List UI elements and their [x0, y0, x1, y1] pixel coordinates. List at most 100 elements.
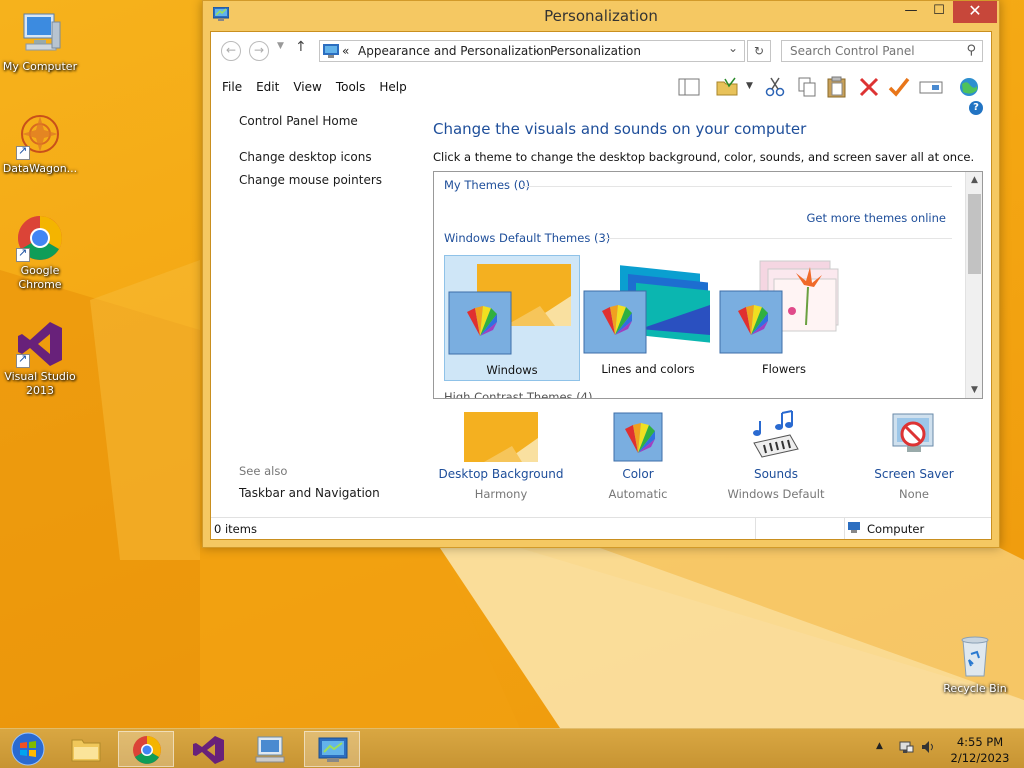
desktop-icon-my-computer[interactable]: My Computer: [0, 10, 80, 74]
up-arrow-icon[interactable]: ↑: [295, 39, 307, 55]
status-location: Computer: [867, 522, 925, 536]
taskbar-navigation-link[interactable]: Taskbar and Navigation: [239, 486, 380, 500]
address-overflow-icon[interactable]: «: [342, 44, 349, 58]
menu-edit[interactable]: Edit: [249, 80, 286, 94]
shortcut-arrow-icon: [16, 246, 30, 262]
get-more-themes-link[interactable]: Get more themes online: [807, 211, 946, 225]
menu-tools[interactable]: Tools: [329, 80, 373, 94]
flowers-theme-preview-icon: [719, 260, 839, 354]
setting-name[interactable]: Screen Saver: [844, 467, 984, 481]
system-clock[interactable]: 4:55 PM 2/12/2023: [944, 734, 1016, 766]
taskbar-visual-studio[interactable]: [180, 731, 236, 767]
menu-view[interactable]: View: [286, 80, 328, 94]
theme-list-scrollbar[interactable]: ▲ ▼: [965, 172, 982, 398]
start-button[interactable]: [0, 731, 56, 767]
back-arrow-icon[interactable]: ←: [221, 41, 241, 61]
screen-saver-setting[interactable]: Screen Saver None: [844, 407, 984, 501]
see-also-heading: See also: [239, 464, 288, 478]
folder-options-dropdown-icon[interactable]: ▼: [746, 81, 753, 91]
taskbar-google-chrome[interactable]: [118, 731, 174, 767]
setting-name[interactable]: Sounds: [706, 467, 846, 481]
group-divider: [604, 238, 952, 239]
breadcrumb-personalization[interactable]: Personalization: [550, 44, 641, 58]
change-mouse-pointers-link[interactable]: Change mouse pointers: [239, 173, 382, 187]
copy-icon[interactable]: [795, 76, 819, 98]
desktop-background-setting[interactable]: Desktop Background Harmony: [431, 407, 571, 501]
control-panel-home-link[interactable]: Control Panel Home: [239, 114, 358, 128]
network-icon[interactable]: [898, 739, 914, 768]
theme-tile-lines-and-colors[interactable]: Lines and colors: [580, 255, 716, 381]
show-hidden-icons-icon[interactable]: ▲: [876, 741, 883, 768]
folder-options-icon[interactable]: [715, 76, 739, 98]
setting-value: Windows Default: [727, 487, 825, 501]
setting-name[interactable]: Color: [568, 467, 708, 481]
taskbar: ▲ 4:55 PM 2/12/2023: [0, 728, 1024, 768]
status-divider: [755, 518, 756, 539]
main-content: ? Change the visuals and sounds on your …: [431, 101, 984, 517]
taskbar-remote-desktop[interactable]: [242, 731, 298, 767]
control-panel-icon: [323, 44, 339, 58]
taskbar-file-explorer[interactable]: [58, 731, 114, 767]
layout-pane-icon[interactable]: [677, 76, 701, 98]
shortcut-arrow-icon: [16, 352, 30, 368]
theme-tile-flowers[interactable]: Flowers: [716, 255, 852, 381]
window-client: ← → ▼ ↑ « Appearance and Personalization…: [210, 31, 992, 540]
refresh-button[interactable]: ↻: [747, 40, 771, 62]
properties-check-icon[interactable]: [887, 76, 911, 98]
color-icon: [568, 407, 708, 463]
chrome-icon: [133, 736, 161, 764]
screen-saver-icon: [844, 407, 984, 463]
status-divider: [844, 518, 845, 539]
sounds-setting[interactable]: Sounds Windows Default: [706, 407, 846, 501]
visual-studio-icon: [193, 736, 224, 764]
volume-icon[interactable]: [920, 739, 936, 768]
taskbar-control-panel[interactable]: [304, 731, 360, 767]
desktop-icon-visual-studio[interactable]: Visual Studio 2013: [0, 320, 80, 398]
scroll-thumb[interactable]: [968, 194, 981, 274]
left-task-pane: Control Panel Home Change desktop icons …: [211, 102, 421, 517]
recent-pages-chevron-icon[interactable]: ▼: [277, 41, 284, 51]
help-icon[interactable]: ?: [969, 101, 983, 115]
desktop-icon-label: Google Chrome: [18, 264, 62, 291]
globe-icon[interactable]: [957, 76, 981, 98]
desktop-icon-label: DataWagon...: [2, 162, 78, 175]
recycle-bin-icon: [951, 632, 999, 680]
forward-arrow-icon[interactable]: →: [249, 41, 269, 61]
change-desktop-icons-link[interactable]: Change desktop icons: [239, 150, 372, 164]
menu-help[interactable]: Help: [372, 80, 413, 94]
breadcrumb-appearance[interactable]: Appearance and Personalization: [358, 44, 551, 58]
address-dropdown-icon[interactable]: ⌄: [728, 41, 738, 55]
color-setting[interactable]: Color Automatic: [568, 407, 708, 501]
theme-tile-windows[interactable]: Windows: [444, 255, 580, 381]
breadcrumb-separator-icon[interactable]: ›: [533, 44, 538, 58]
close-button[interactable]: ✕: [953, 1, 997, 23]
setting-value: None: [898, 487, 929, 501]
title-bar[interactable]: Personalization — ☐ ✕: [203, 1, 999, 31]
desktop-icon-recycle-bin[interactable]: Recycle Bin: [935, 632, 1015, 696]
search-box[interactable]: ⚲: [781, 40, 983, 62]
delete-icon[interactable]: [857, 76, 881, 98]
menu-file[interactable]: File: [215, 80, 249, 94]
windows-theme-preview-icon: [448, 264, 571, 355]
rename-icon[interactable]: [919, 76, 943, 98]
file-explorer-icon: [71, 739, 101, 762]
setting-value: Harmony: [474, 487, 528, 501]
menu-bar: File Edit View Tools Help: [215, 80, 414, 94]
search-icon[interactable]: ⚲: [966, 43, 976, 58]
desktop-icon-datawagon[interactable]: DataWagon...: [0, 112, 80, 176]
scroll-down-icon[interactable]: ▼: [966, 382, 982, 398]
maximize-button[interactable]: ☐: [925, 1, 953, 23]
paste-icon[interactable]: [825, 76, 849, 98]
search-input[interactable]: [782, 41, 952, 61]
menu-toolbar-row: File Edit View Tools Help ▼: [211, 72, 991, 102]
computer-icon: [848, 522, 862, 534]
window-title: Personalization: [544, 7, 658, 25]
status-bar: 0 items Computer: [211, 517, 991, 539]
address-bar[interactable]: « Appearance and Personalization › Perso…: [319, 40, 745, 62]
scroll-up-icon[interactable]: ▲: [966, 172, 982, 188]
desktop-icon-google-chrome[interactable]: Google Chrome: [0, 214, 80, 292]
minimize-button[interactable]: —: [897, 1, 925, 23]
cut-icon[interactable]: [763, 76, 787, 98]
desktop-icon-label: Visual Studio 2013: [4, 370, 76, 397]
setting-name[interactable]: Desktop Background: [431, 467, 571, 481]
